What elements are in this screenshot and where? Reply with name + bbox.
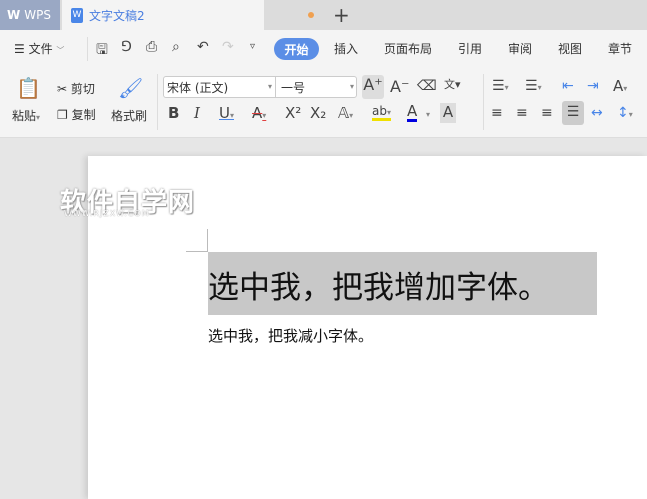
paste-button[interactable]: 粘贴▾: [12, 107, 40, 124]
print-icon[interactable]: ⎙: [146, 39, 157, 55]
more-icon[interactable]: ▿: [250, 41, 255, 52]
char-spacing-button[interactable]: A▾: [613, 77, 627, 95]
underline-button[interactable]: U▾: [219, 104, 234, 122]
format-painter-button[interactable]: 格式刷: [111, 107, 147, 124]
increase-indent-icon[interactable]: ⇥: [587, 78, 599, 94]
file-menu[interactable]: ☰ 文件 ﹀: [14, 40, 64, 57]
tab-document[interactable]: W 文字文稿2: [62, 0, 264, 30]
tab-view[interactable]: 视图: [558, 40, 582, 57]
paragraph-large[interactable]: 选中我，把我增加字体。: [208, 262, 549, 307]
format-icon[interactable]: ⅁: [121, 39, 132, 55]
redo-icon[interactable]: ↷: [222, 39, 234, 55]
font-name-select[interactable]: 宋体 (正文) ▾: [163, 76, 276, 98]
copy-icon: ❐: [57, 108, 68, 122]
clear-format-icon[interactable]: ⌫: [417, 78, 437, 94]
scissors-icon: ✂: [57, 82, 68, 96]
format-painter-icon[interactable]: 🖌: [118, 76, 143, 100]
distribute-icon[interactable]: ↔: [591, 105, 603, 121]
margin-mark: [186, 251, 208, 252]
tab-review[interactable]: 审阅: [508, 40, 532, 57]
italic-button[interactable]: I: [194, 104, 200, 122]
font-color-button[interactable]: A: [407, 104, 418, 122]
cut-button[interactable]: ✂ 剪切: [57, 80, 95, 97]
divider: [157, 74, 158, 130]
copy-button[interactable]: ❐ 复制: [57, 106, 96, 123]
line-spacing-icon[interactable]: ↕▾: [617, 105, 633, 121]
numbered-list-button[interactable]: ☰▾: [525, 78, 542, 94]
margin-mark: [207, 229, 208, 251]
tab-section[interactable]: 章节: [608, 40, 632, 57]
font-color-dropdown[interactable]: ▾: [426, 110, 430, 119]
bullet-list-button[interactable]: ☰▾: [492, 78, 509, 94]
preview-icon[interactable]: ⌕: [172, 39, 180, 55]
wps-logo-icon: W: [7, 8, 21, 22]
wps-home-tab[interactable]: W WPS: [0, 0, 60, 30]
paste-icon[interactable]: 📋: [16, 76, 41, 100]
document-icon: W: [71, 7, 83, 23]
justify-icon[interactable]: ☰: [562, 101, 584, 125]
highlight-color-button[interactable]: ab▾: [372, 104, 391, 121]
superscript-button[interactable]: X²: [285, 104, 301, 122]
shrink-font-button[interactable]: A⁻: [390, 77, 409, 96]
tab-insert[interactable]: 插入: [334, 40, 358, 57]
tab-page-layout[interactable]: 页面布局: [384, 40, 432, 57]
watermark-url: WWW.RJZXW.COM: [64, 209, 150, 218]
align-left-icon[interactable]: ≡: [491, 105, 503, 121]
char-shading-button[interactable]: A: [440, 103, 456, 123]
align-right-icon[interactable]: ≡: [541, 105, 553, 121]
decrease-indent-icon[interactable]: ⇤: [562, 78, 574, 94]
phonetic-guide-icon[interactable]: 文▾: [444, 76, 461, 92]
tab-references[interactable]: 引用: [458, 40, 482, 57]
bold-button[interactable]: B: [168, 104, 179, 122]
divider: [87, 37, 88, 61]
save-icon[interactable]: 🖫: [96, 39, 108, 63]
subscript-button[interactable]: X₂: [310, 104, 326, 122]
grow-font-button[interactable]: A⁺: [362, 75, 384, 99]
tab-start[interactable]: 开始: [274, 38, 319, 60]
text-effect-button[interactable]: 𝔸▾: [338, 104, 353, 122]
font-size-select[interactable]: 一号 ▾: [277, 76, 357, 98]
new-tab-button[interactable]: +: [333, 3, 350, 27]
divider: [483, 74, 484, 130]
undo-icon[interactable]: ↶: [197, 39, 209, 55]
paragraph-small[interactable]: 选中我，把我减小字体。: [208, 325, 373, 346]
strikethrough-button[interactable]: A▾: [252, 104, 266, 122]
align-center-icon[interactable]: ≡: [516, 105, 528, 121]
unsaved-dot-icon: [308, 12, 314, 18]
chevron-down-icon: ﹀: [56, 46, 65, 55]
